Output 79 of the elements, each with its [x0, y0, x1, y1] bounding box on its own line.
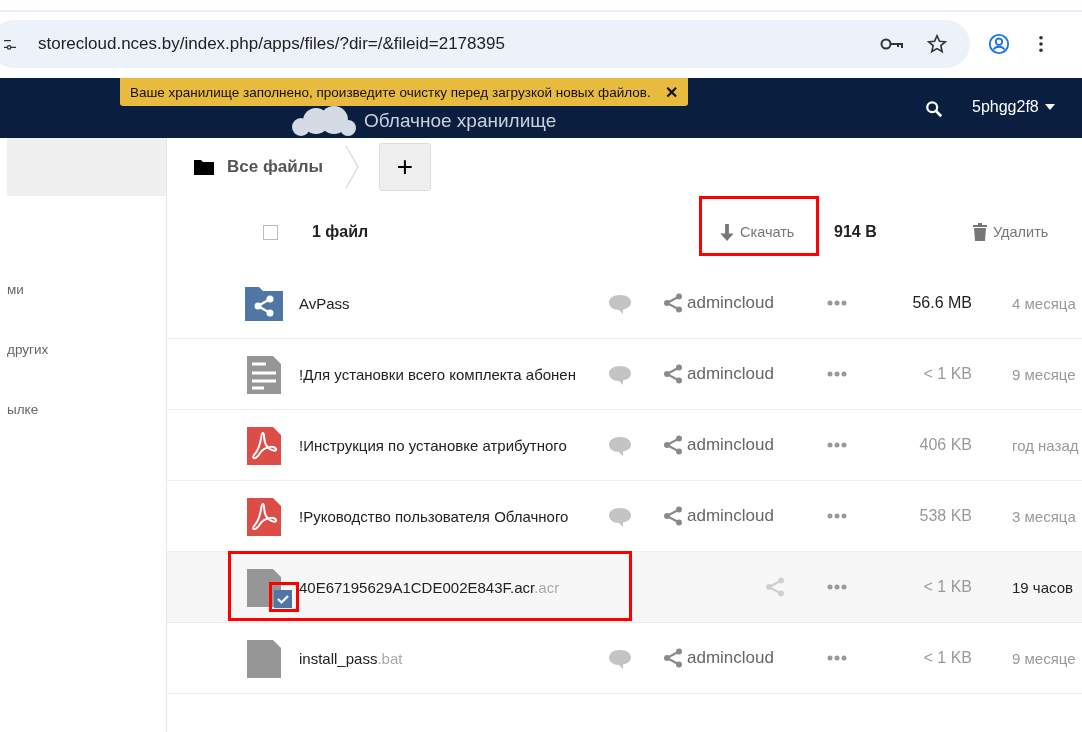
address-bar[interactable]: storecloud.nces.by/index.php/apps/files/?dir=/&fileid=2178395 — [0, 20, 970, 68]
file-name: AvPass — [299, 294, 350, 312]
file-size: < 1 KB — [923, 649, 972, 667]
row-checkbox[interactable] — [274, 590, 292, 608]
file-row[interactable]: !Инструкция по установке атрибутного admincloud 406 KB год назад — [167, 410, 1082, 481]
trash-icon — [973, 223, 987, 241]
pdf-file-icon — [247, 427, 281, 465]
key-icon[interactable] — [880, 37, 904, 51]
more-icon[interactable] — [827, 442, 847, 448]
file-name: 40E67195629A1CDE002E843F.acr.acr — [299, 578, 560, 596]
share-icon[interactable] — [663, 648, 683, 668]
sidebar-item[interactable]: других — [7, 342, 166, 358]
more-icon[interactable] — [827, 655, 847, 661]
file-row[interactable]: !Для установки всего комплекта абонен admincloud < 1 KB 9 месяце — [167, 339, 1082, 410]
banner-text: Ваше хранилище заполнено, произведите очистку перед загрузкой новых файлов. — [130, 84, 651, 100]
file-name: install_pass.bat — [299, 649, 403, 667]
breadcrumb-separator-icon — [345, 145, 359, 189]
download-icon — [720, 223, 734, 241]
owner-name: admincloud — [687, 293, 774, 313]
sidebar-item[interactable]: ми — [7, 282, 166, 298]
file-size: 406 KB — [919, 436, 972, 454]
file-name: !Для установки всего комплекта абонен — [299, 365, 576, 383]
file-row[interactable]: install_pass.bat admincloud < 1 KB 9 месяце — [167, 623, 1082, 694]
download-button[interactable]: Скачать — [720, 223, 795, 241]
pdf-file-icon — [247, 498, 281, 536]
folder-icon — [194, 159, 214, 175]
modified-date: 4 месяца — [1012, 294, 1076, 312]
text-file-icon — [247, 356, 281, 394]
file-size: < 1 KB — [923, 365, 972, 383]
sidebar-item[interactable]: ылке — [7, 402, 166, 418]
selection-count: 1 файл — [312, 223, 369, 241]
modified-date: 9 месяце — [1012, 365, 1076, 383]
select-all-checkbox[interactable] — [263, 224, 278, 240]
more-icon[interactable] — [827, 513, 847, 519]
owner-name: admincloud — [687, 364, 774, 384]
close-button[interactable]: ✕ — [664, 82, 678, 102]
user-menu[interactable]: 5phgg2f8 — [972, 98, 1055, 116]
profile-icon[interactable] — [988, 33, 1010, 55]
file-name: !Руководство пользователя Облачного — [299, 507, 569, 525]
modified-date: 19 часов — [1012, 578, 1073, 596]
file-size: < 1 KB — [923, 578, 972, 596]
selected-file-row[interactable]: 40E67195629A1CDE002E843F.acr.acr < 1 KB 19 часов — [167, 552, 1082, 623]
search-icon[interactable] — [925, 100, 943, 118]
comment-icon[interactable] — [608, 294, 632, 314]
share-icon[interactable] — [663, 364, 683, 384]
owner-name: admincloud — [687, 648, 774, 668]
star-icon[interactable] — [926, 33, 948, 55]
comment-icon[interactable] — [608, 649, 632, 669]
app-title: Облачное хранилище — [364, 110, 557, 132]
breadcrumb-link[interactable]: Все файлы — [194, 157, 323, 177]
file-size: 538 KB — [919, 507, 972, 525]
site-settings-icon[interactable] — [4, 37, 16, 51]
comment-icon[interactable] — [608, 436, 632, 456]
new-button[interactable]: + — [379, 143, 431, 191]
more-icon[interactable] — [827, 371, 847, 377]
menu-icon[interactable] — [1038, 35, 1044, 53]
file-size: 56.6 MB — [912, 294, 972, 312]
more-icon[interactable] — [827, 300, 847, 306]
modified-date: 3 месяца — [1012, 507, 1076, 525]
share-icon[interactable] — [765, 577, 785, 597]
owner-name: admincloud — [687, 506, 774, 526]
shared-folder-icon — [245, 287, 283, 321]
file-row[interactable]: AvPass admincloud 56.6 MB 4 месяца — [167, 268, 1082, 339]
more-icon[interactable] — [827, 584, 847, 590]
share-icon[interactable] — [663, 506, 683, 526]
comment-icon[interactable] — [608, 507, 632, 527]
caret-icon — [1044, 104, 1055, 110]
modified-date: год назад — [1012, 436, 1079, 454]
file-icon — [247, 640, 281, 678]
modified-date: 9 месяце — [1012, 649, 1076, 667]
delete-button[interactable]: Удалить — [973, 223, 1049, 241]
owner-name: admincloud — [687, 435, 774, 455]
cloud-logo-icon — [292, 106, 356, 136]
comment-icon[interactable] — [608, 365, 632, 385]
share-icon[interactable] — [663, 293, 683, 313]
file-name: !Инструкция по установке атрибутного — [299, 436, 567, 454]
url-text: storecloud.nces.by/index.php/apps/files/?dir=/&fileid=2178395 — [38, 34, 506, 54]
share-icon[interactable] — [663, 435, 683, 455]
selected-size: 914 B — [834, 223, 877, 241]
